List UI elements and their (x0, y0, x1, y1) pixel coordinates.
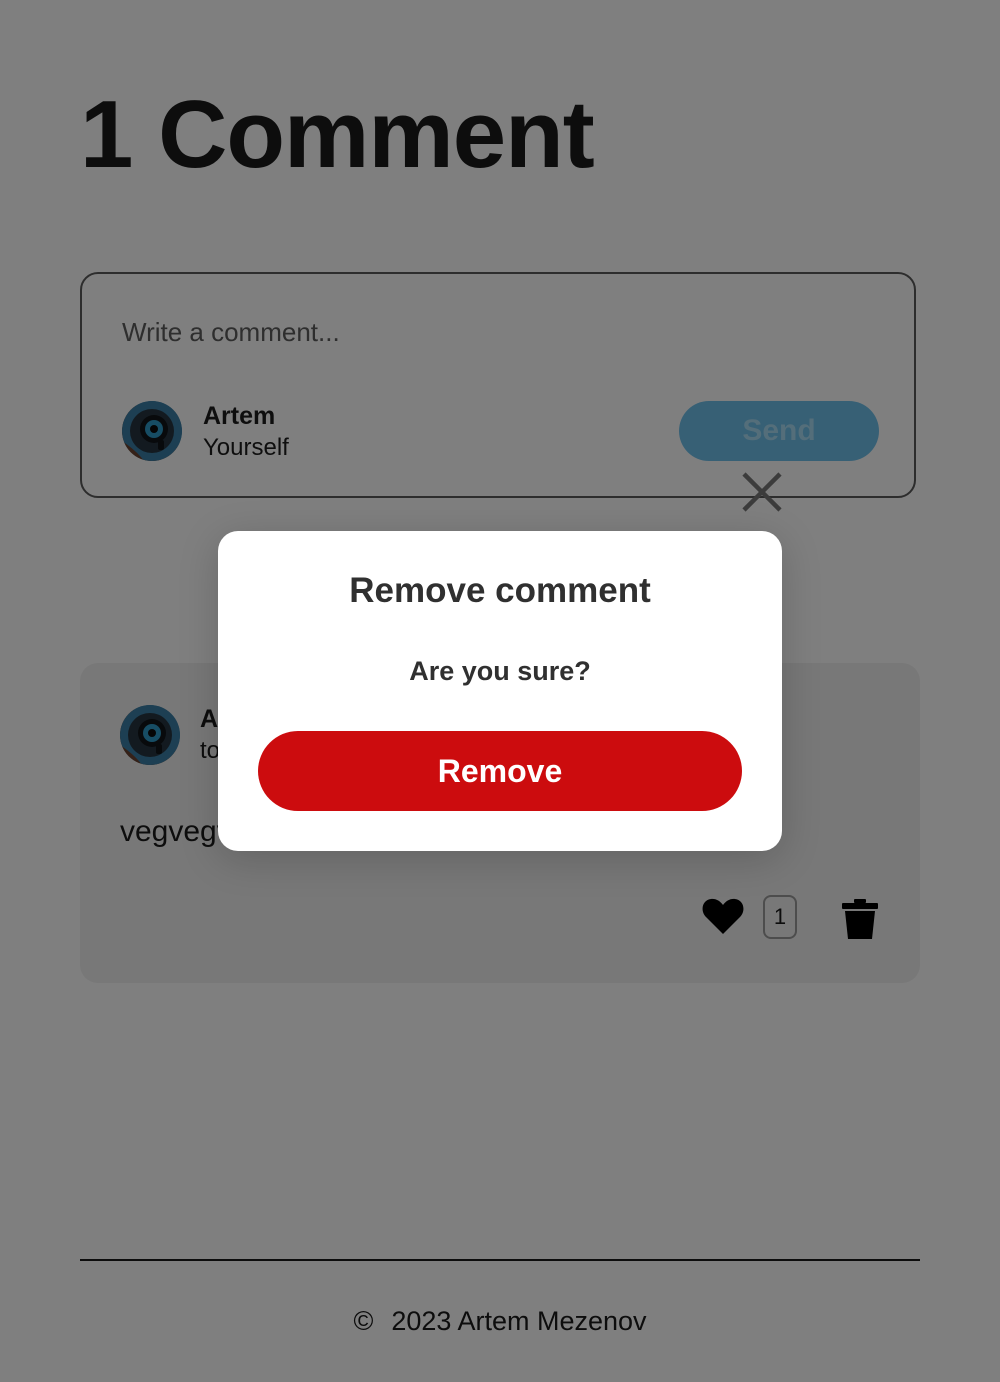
modal-subtitle: Are you sure? (409, 656, 591, 686)
modal-title: Remove comment (349, 571, 651, 610)
remove-comment-dialog: Remove comment Are you sure? Remove (218, 531, 782, 851)
remove-button[interactable]: Remove (258, 731, 742, 811)
close-icon[interactable] (740, 470, 784, 514)
